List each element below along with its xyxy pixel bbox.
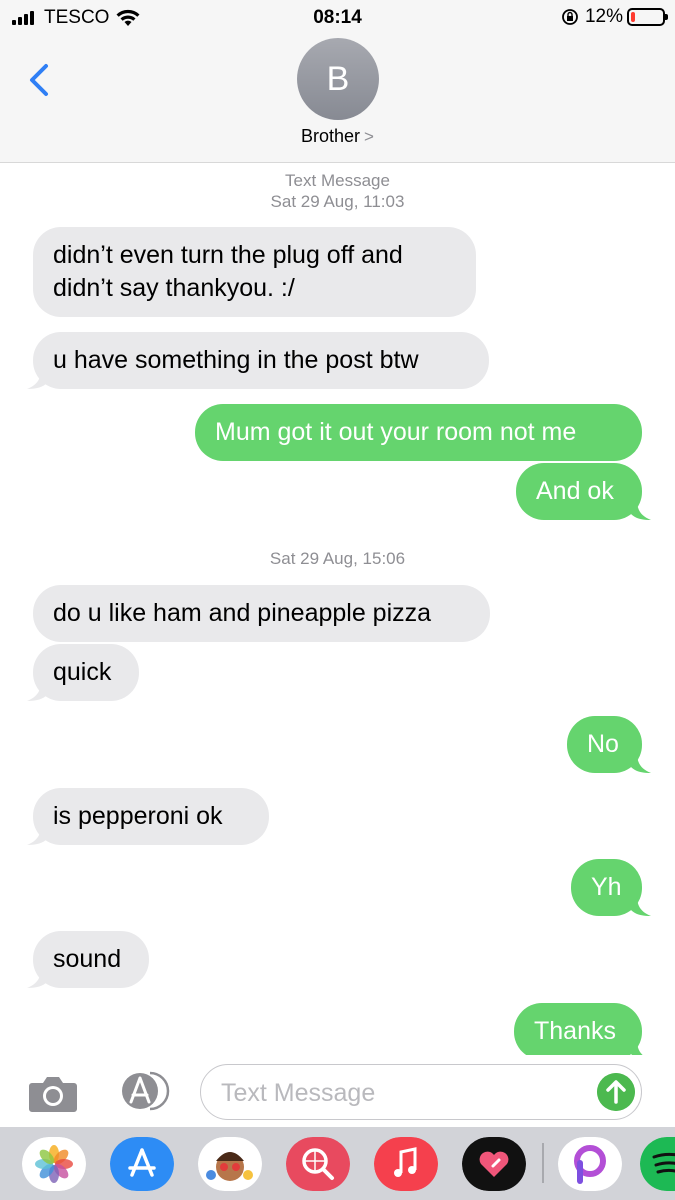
message-text: And ok — [536, 477, 614, 505]
message-text: quick — [53, 658, 112, 686]
bubble-tail-icon — [27, 681, 47, 701]
incoming-message-bubble[interactable]: didn’t even turn the plug off and didn’t… — [33, 227, 476, 317]
outgoing-message-bubble[interactable]: Yh — [571, 859, 651, 916]
message-text: Thanks — [534, 1017, 616, 1045]
message-text: is pepperoni ok — [53, 802, 223, 830]
send-arrow-icon[interactable] — [597, 1073, 635, 1111]
bubble-tail-icon — [631, 753, 651, 773]
incoming-message-bubble[interactable]: quick — [27, 644, 139, 701]
spotify-icon[interactable] — [640, 1137, 675, 1191]
battery-icon — [627, 8, 668, 26]
bubble-tail-icon — [631, 896, 651, 916]
status-bar: TESCO 08:14 12% — [0, 0, 675, 36]
camera-icon[interactable] — [28, 1073, 78, 1113]
app-store-button-icon[interactable] — [114, 1069, 172, 1113]
incoming-message-bubble[interactable]: is pepperoni ok — [27, 788, 269, 845]
timestamp-header: Sat 29 Aug, 15:06 — [0, 548, 675, 569]
contact-name: Brother — [301, 126, 361, 146]
conversation-header: TESCO 08:14 12% B Brother > — [0, 0, 675, 163]
message-text: No — [587, 730, 619, 758]
timestamp-label: Sat 29 Aug, 11:03 — [270, 192, 405, 211]
message-input-bar — [0, 1055, 675, 1127]
message-input[interactable] — [221, 1075, 581, 1111]
app-store-icon[interactable] — [110, 1137, 174, 1191]
bubble-tail-icon — [631, 500, 651, 520]
incoming-message-bubble[interactable]: do u like ham and pineapple pizza — [33, 585, 490, 642]
picsart-icon[interactable] — [558, 1137, 622, 1191]
message-text: u have something in the post btw — [53, 346, 419, 374]
outgoing-message-bubble[interactable]: Thanks — [514, 1003, 651, 1060]
message-text-field[interactable] — [200, 1064, 642, 1120]
message-text-line: didn’t say thankyou. :/ — [53, 274, 295, 302]
outgoing-message-bubble[interactable]: No — [567, 716, 651, 773]
message-text-line: didn’t even turn the plug off and — [53, 241, 403, 269]
bubble-tail-icon — [27, 968, 47, 988]
battery-level-fill — [631, 12, 635, 22]
heart-app-icon[interactable] — [462, 1137, 526, 1191]
timestamp-header: Text Message Sat 29 Aug, 11:03 — [0, 170, 675, 212]
memoji-icon[interactable] — [198, 1137, 262, 1191]
message-text: do u like ham and pineapple pizza — [53, 599, 432, 627]
message-type-label: Text Message — [285, 171, 390, 190]
app-drawer-divider — [542, 1143, 544, 1183]
bubble-tail-icon — [27, 369, 47, 389]
battery-percentage: 12% — [584, 6, 623, 27]
contact-name-button[interactable]: Brother > — [0, 126, 675, 147]
bubble-tail-icon — [27, 825, 47, 845]
message-text: sound — [53, 945, 122, 973]
incoming-message-bubble[interactable]: sound — [27, 931, 149, 988]
back-chevron-icon[interactable] — [24, 60, 54, 100]
web-search-icon[interactable] — [286, 1137, 350, 1191]
status-right: 12% — [561, 6, 668, 28]
chevron-right-icon: > — [364, 127, 374, 146]
imessage-app-drawer — [0, 1127, 675, 1200]
music-icon[interactable] — [374, 1137, 438, 1191]
message-text: Yh — [591, 873, 622, 901]
outgoing-message-bubble[interactable]: Mum got it out your room not me — [195, 404, 642, 461]
timestamp-label: Sat 29 Aug, 15:06 — [269, 549, 406, 568]
incoming-message-bubble[interactable]: u have something in the post btw — [27, 332, 489, 389]
contact-avatar[interactable]: B — [297, 38, 379, 120]
orientation-lock-icon — [562, 9, 578, 25]
message-text: Mum got it out your room not me — [215, 418, 577, 446]
photos-icon[interactable] — [22, 1137, 86, 1191]
outgoing-message-bubble[interactable]: And ok — [516, 463, 651, 520]
